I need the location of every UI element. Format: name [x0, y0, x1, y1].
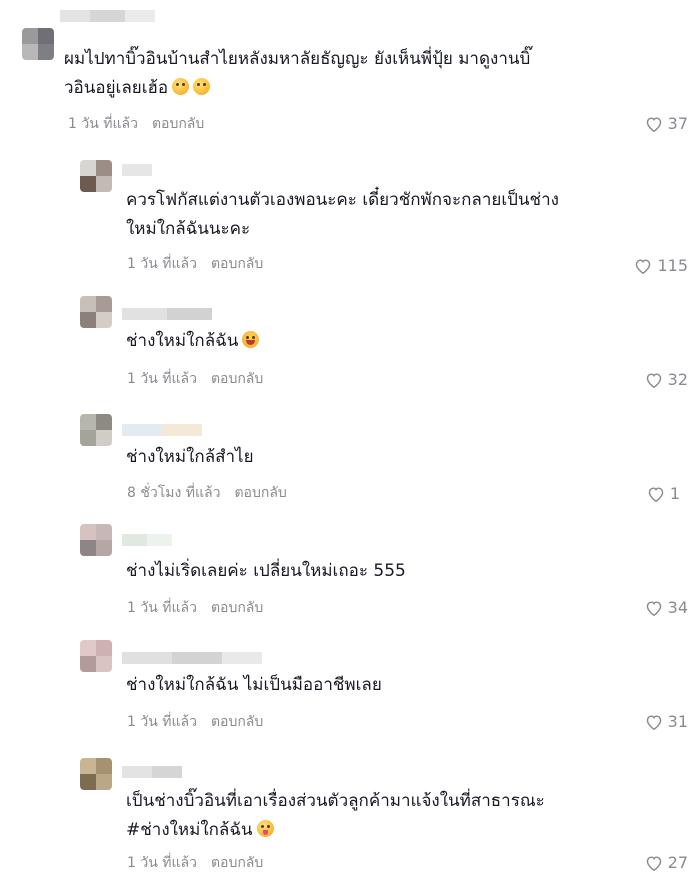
heart-icon — [648, 486, 664, 502]
hot-face-emoji-icon — [172, 78, 190, 95]
avatar[interactable] — [80, 296, 112, 328]
comment-text: ช่างใหม่ใกล้สำไย — [126, 447, 254, 467]
comment-meta: 1 วัน ที่แล้ว ตอบกลับ — [127, 597, 263, 619]
comment-text: ช่างใหม่ใกล้ฉัน ไม่เป็นมืออาชีพเลย — [126, 675, 382, 695]
heart-icon — [646, 855, 661, 871]
timestamp: 1 วัน ที่แล้ว — [127, 371, 197, 387]
reply-button[interactable]: ตอบกลับ — [211, 714, 263, 730]
like-button[interactable]: 34 — [645, 598, 688, 617]
avatar[interactable] — [22, 28, 54, 60]
avatar[interactable] — [80, 524, 112, 556]
timestamp: 1 วัน ที่แล้ว — [127, 256, 197, 272]
timestamp: 1 วัน ที่แล้ว — [127, 714, 197, 730]
heart-icon — [646, 372, 661, 388]
avatar[interactable] — [80, 160, 112, 192]
reply-button[interactable]: ตอบกลับ — [211, 600, 263, 616]
like-button[interactable]: 31 — [645, 712, 688, 731]
username-blurred[interactable] — [122, 766, 182, 778]
comment-text: ช่างใหม่ใกล้ฉัน — [126, 327, 260, 356]
like-count: 27 — [667, 853, 688, 872]
avatar[interactable] — [80, 640, 112, 672]
like-count: 37 — [667, 114, 688, 133]
like-button[interactable]: 1 — [647, 484, 680, 503]
like-count: 31 — [667, 712, 688, 731]
comment-text: ช่างไม่เริ่ดเลยค่ะ เปลี่ยนใหม่เถอะ 555 — [126, 561, 406, 581]
username-blurred[interactable] — [122, 164, 152, 176]
heart-icon — [646, 600, 661, 616]
comment-meta: 1 วัน ที่แล้ว ตอบกลับ — [68, 113, 204, 135]
comment-meta: 1 วัน ที่แล้ว ตอบกลับ — [127, 852, 263, 874]
username-blurred[interactable] — [122, 652, 262, 664]
like-button[interactable]: 32 — [645, 370, 688, 389]
username-blurred[interactable] — [122, 424, 202, 436]
timestamp: 1 วัน ที่แล้ว — [68, 116, 138, 132]
comment-text: เป็นช่างบิ๊วอินที่เอาเรื่องส่วนตัวลูกค้า… — [126, 791, 545, 840]
like-count: 1 — [669, 484, 680, 503]
username-blurred[interactable] — [60, 10, 155, 22]
timestamp: 8 ชั่วโมง ที่แล้ว — [127, 485, 221, 501]
comment-meta: 8 ชั่วโมง ที่แล้ว ตอบกลับ — [127, 482, 287, 504]
reply-button[interactable]: ตอบกลับ — [211, 371, 263, 387]
comment-meta: 1 วัน ที่แล้ว ตอบกลับ — [127, 368, 263, 390]
like-count: 115 — [657, 256, 688, 275]
like-count: 32 — [667, 370, 688, 389]
comment-text: ควรโฟกัสแต่งานตัวเองพอนะคะ เดี๋ยวชักพักจ… — [126, 190, 559, 239]
avatar[interactable] — [80, 414, 112, 446]
comment-meta: 1 วัน ที่แล้ว ตอบกลับ — [127, 253, 263, 275]
like-count: 34 — [667, 598, 688, 617]
comment-meta: 1 วัน ที่แล้ว ตอบกลับ — [127, 711, 263, 733]
reply-button[interactable]: ตอบกลับ — [211, 855, 263, 871]
timestamp: 1 วัน ที่แล้ว — [127, 600, 197, 616]
timestamp: 1 วัน ที่แล้ว — [127, 855, 197, 871]
like-button[interactable]: 27 — [645, 853, 688, 872]
reply-button[interactable]: ตอบกลับ — [211, 256, 263, 272]
reply-button[interactable]: ตอบกลับ — [152, 116, 204, 132]
heart-icon — [636, 258, 651, 274]
reply-button[interactable]: ตอบกลับ — [234, 485, 286, 501]
laughing-emoji-icon — [242, 331, 260, 348]
hot-face-emoji-icon — [193, 78, 211, 95]
heart-icon — [646, 116, 661, 132]
avatar[interactable] — [80, 758, 112, 790]
like-button[interactable]: 37 — [645, 114, 688, 133]
tongue-face-emoji-icon — [256, 820, 274, 837]
comment-text: ผมไปทาบิ๊วอินบ้านสำไยหลังมหาลัยธัญญะ ยัง… — [64, 49, 531, 98]
username-blurred[interactable] — [122, 534, 172, 546]
like-button[interactable]: 115 — [634, 256, 688, 275]
username-blurred[interactable] — [122, 308, 212, 320]
heart-icon — [646, 714, 661, 730]
